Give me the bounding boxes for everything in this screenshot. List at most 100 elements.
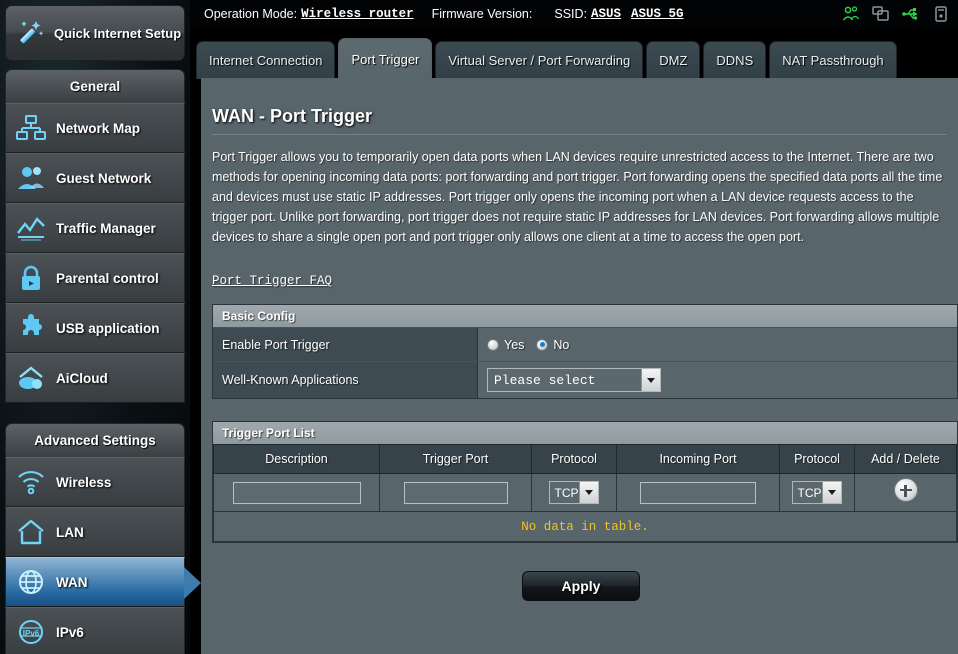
sidebar-label: Parental control xyxy=(56,270,159,286)
router-admin-page: Quick Internet Setup General Network Map xyxy=(0,0,958,654)
page-title: WAN - Port Trigger xyxy=(212,106,373,126)
sidebar-label: USB application xyxy=(56,320,160,336)
sidebar-item-network-map[interactable]: Network Map xyxy=(5,103,185,153)
apply-button[interactable]: Apply xyxy=(522,571,640,601)
chevron-down-icon xyxy=(641,369,660,391)
content-panel: WAN - Port Trigger Port Trigger allows y… xyxy=(201,78,958,654)
ssid-value-2g[interactable]: ASUS xyxy=(591,7,621,21)
ssid-label: SSID: xyxy=(554,7,588,21)
sidebar-item-ipv6[interactable]: IPv6 IPv6 xyxy=(5,607,185,654)
col-add-delete: Add / Delete xyxy=(854,444,957,474)
guest-network-icon[interactable] xyxy=(842,5,860,23)
sidebar-quick-internet-setup[interactable]: Quick Internet Setup xyxy=(5,5,185,61)
radio-no-label: No xyxy=(553,337,570,352)
enable-port-trigger-value: Yes No xyxy=(478,328,957,361)
tab-ddns[interactable]: DDNS xyxy=(703,41,767,79)
title-divider xyxy=(212,134,947,135)
ipv6-globe-icon: IPv6 xyxy=(6,618,56,646)
quick-internet-setup-label: Quick Internet Setup xyxy=(54,25,182,41)
radio-no-dot xyxy=(536,338,549,351)
tab-dmz[interactable]: DMZ xyxy=(646,41,701,79)
table-empty-row: No data in table. xyxy=(213,511,957,542)
cell-add-delete xyxy=(854,473,957,512)
magic-wand-icon xyxy=(6,18,54,48)
operation-mode-label: Operation Mode: xyxy=(204,7,298,21)
puzzle-icon xyxy=(6,314,56,342)
wifi-icon xyxy=(6,469,56,495)
trigger-port-list-header: Trigger Port List xyxy=(213,422,957,444)
home-icon xyxy=(6,518,56,546)
description-input[interactable] xyxy=(232,481,361,504)
usb-icon[interactable] xyxy=(902,5,920,23)
svg-text:IPv6: IPv6 xyxy=(23,629,40,638)
sidebar-label: LAN xyxy=(56,524,84,540)
operation-mode-value[interactable]: Wireless router xyxy=(301,7,414,21)
cell-protocol-1: TCP xyxy=(531,473,617,512)
col-protocol-1: Protocol xyxy=(531,444,617,474)
client-list-icon[interactable] xyxy=(872,5,890,23)
enable-port-trigger-row: Enable Port Trigger Yes No xyxy=(213,327,957,361)
port-trigger-faq-link[interactable]: Port Trigger FAQ xyxy=(212,274,332,288)
sidebar-item-parental-control[interactable]: Parental control xyxy=(5,253,185,303)
enable-port-trigger-label: Enable Port Trigger xyxy=(213,328,478,361)
col-trigger-port: Trigger Port xyxy=(379,444,532,474)
sidebar-label: Guest Network xyxy=(56,170,152,186)
protocol-1-value: TCP xyxy=(554,485,579,500)
sidebar-item-usb-application[interactable]: USB application xyxy=(5,303,185,353)
sidebar-item-lan[interactable]: LAN xyxy=(5,507,185,557)
firmware-version-label: Firmware Version: xyxy=(431,7,533,21)
col-protocol-2: Protocol xyxy=(779,444,855,474)
well-known-applications-select[interactable]: Please select xyxy=(487,368,661,392)
tab-port-trigger[interactable]: Port Trigger xyxy=(338,38,433,79)
well-known-applications-row: Well-Known Applications Please select xyxy=(213,361,957,398)
ssid-group: SSID: ASUS ASUS_5G xyxy=(554,7,683,21)
trigger-port-table: Description Trigger Port Protocol Incomi… xyxy=(213,444,957,542)
radio-yes-dot xyxy=(487,338,499,351)
sidebar-label: Traffic Manager xyxy=(56,220,156,236)
sidebar-label: IPv6 xyxy=(56,624,84,640)
sidebar-item-aicloud[interactable]: AiCloud xyxy=(5,353,185,403)
status-bar: Operation Mode: Wireless router Firmware… xyxy=(190,0,958,28)
network-map-icon xyxy=(6,114,56,142)
cell-description xyxy=(213,473,380,512)
protocol-1-select[interactable]: TCP xyxy=(549,481,599,504)
well-known-applications-label: Well-Known Applications xyxy=(213,362,478,398)
ssid-value-5g[interactable]: ASUS_5G xyxy=(631,7,684,21)
basic-config-panel: Basic Config Enable Port Trigger Yes No … xyxy=(212,304,958,399)
sidebar-label: WAN xyxy=(56,574,88,590)
col-description: Description xyxy=(213,444,380,474)
radio-yes-label: Yes xyxy=(504,337,525,352)
globe-icon xyxy=(6,568,56,596)
guest-network-icon xyxy=(6,164,56,192)
sidebar-item-wireless[interactable]: Wireless xyxy=(5,457,185,507)
sidebar-item-traffic-manager[interactable]: Traffic Manager xyxy=(5,203,185,253)
traffic-manager-icon xyxy=(6,215,56,241)
printer-icon[interactable] xyxy=(932,5,950,23)
table-input-row: TCP TCP xyxy=(213,473,957,512)
radio-yes[interactable]: Yes xyxy=(487,338,524,352)
tab-internet-connection[interactable]: Internet Connection xyxy=(196,41,336,79)
firmware-group: Firmware Version: xyxy=(432,7,537,21)
protocol-2-select[interactable]: TCP xyxy=(792,481,842,504)
plus-circle-icon[interactable] xyxy=(893,478,918,502)
sidebar-item-guest-network[interactable]: Guest Network xyxy=(5,153,185,203)
operation-mode-group: Operation Mode: Wireless router xyxy=(204,7,414,21)
sidebar-label: Network Map xyxy=(56,120,141,136)
well-known-applications-value: Please select xyxy=(478,362,957,398)
incoming-port-input[interactable] xyxy=(640,481,756,504)
no-data-message: No data in table. xyxy=(213,511,957,542)
sidebar-general-header: General xyxy=(5,69,185,103)
trigger-port-input[interactable] xyxy=(403,481,508,504)
cell-trigger-port xyxy=(379,473,532,512)
sidebar-item-wan[interactable]: WAN xyxy=(5,557,201,607)
table-header-row: Description Trigger Port Protocol Incomi… xyxy=(213,444,957,474)
radio-no[interactable]: No xyxy=(536,338,569,352)
sidebar: Quick Internet Setup General Network Map xyxy=(0,0,201,654)
sidebar-advanced-header: Advanced Settings xyxy=(5,423,185,457)
tab-virtual-server-port-forwarding[interactable]: Virtual Server / Port Forwarding xyxy=(435,41,644,79)
sidebar-label: AiCloud xyxy=(56,370,108,386)
tab-nat-passthrough[interactable]: NAT Passthrough xyxy=(769,41,897,79)
cell-incoming-port xyxy=(616,473,780,512)
chevron-down-icon xyxy=(822,482,841,503)
